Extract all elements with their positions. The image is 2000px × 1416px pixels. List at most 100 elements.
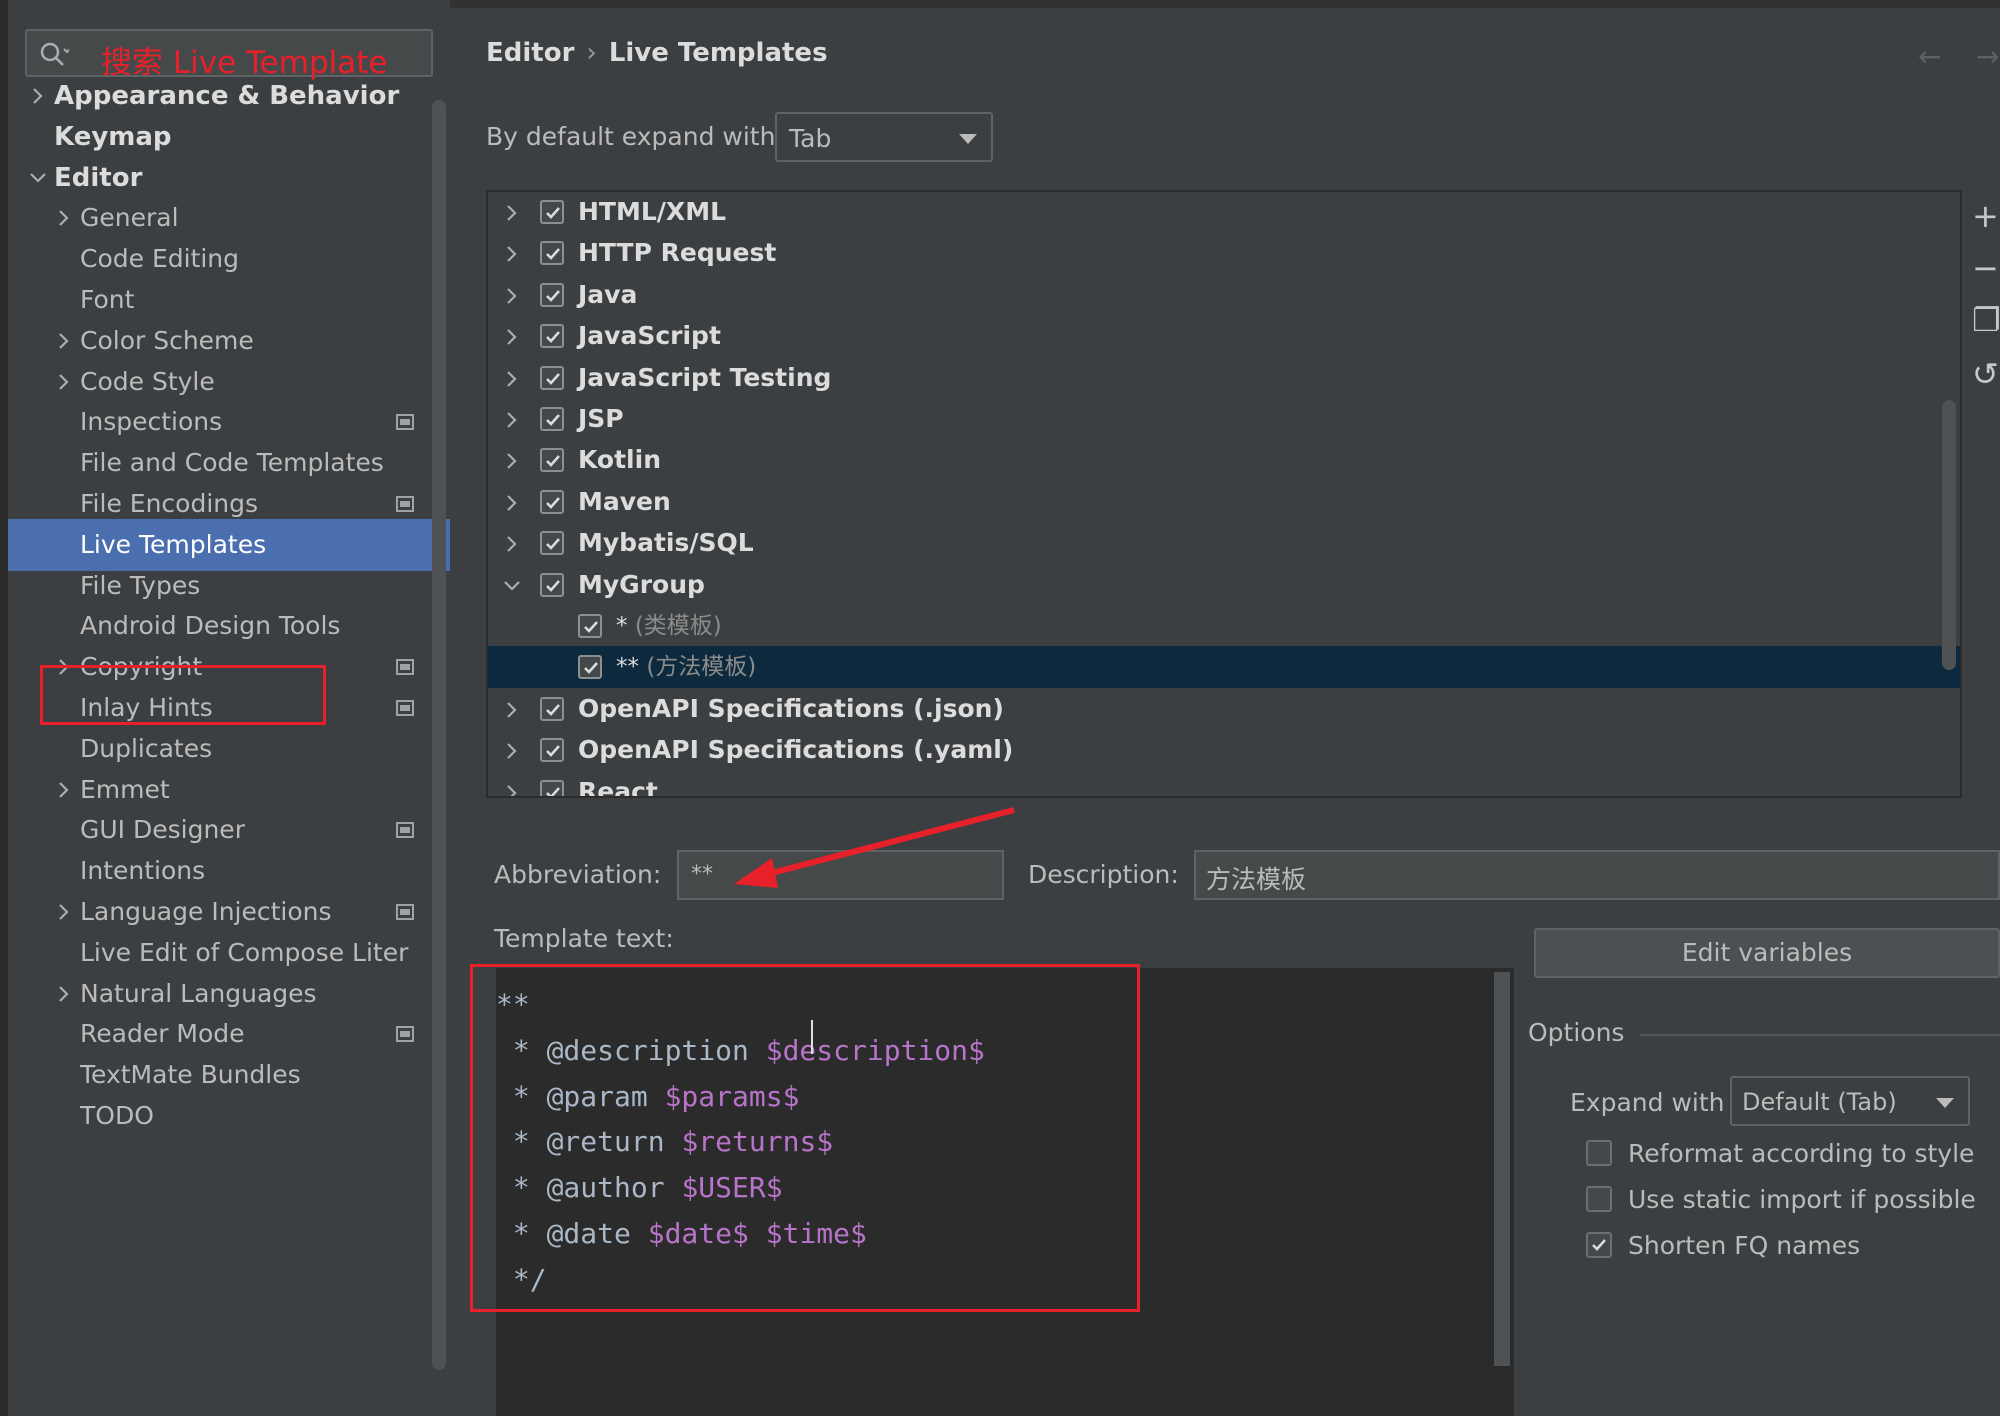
- description-value: 方法模板: [1206, 865, 1307, 894]
- chevron-right-icon[interactable]: [502, 327, 522, 347]
- project-scope-icon: [396, 1026, 414, 1043]
- group-label: MyGroup: [578, 569, 705, 599]
- checkbox-box[interactable]: [1586, 1140, 1612, 1166]
- template-checkbox[interactable]: [540, 738, 564, 763]
- chevron-right-icon[interactable]: [502, 700, 522, 720]
- default-expand-select[interactable]: Tab: [775, 112, 993, 162]
- sidebar-scrollbar[interactable]: [432, 100, 446, 1370]
- search-icon: [40, 42, 69, 66]
- template-row[interactable]: ** (方法模板): [488, 646, 1960, 689]
- project-scope-icon: [396, 700, 414, 716]
- template-checkbox[interactable]: [540, 282, 564, 307]
- chevron-down-icon[interactable]: [28, 168, 48, 188]
- options-title: Options: [1528, 1018, 1625, 1047]
- project-scope-icon: [396, 659, 414, 676]
- template-checkbox[interactable]: [540, 407, 564, 431]
- remove-icon[interactable]: −: [1972, 252, 1999, 284]
- group-label: JSP: [578, 404, 624, 433]
- chevron-right-icon[interactable]: [502, 244, 522, 264]
- chevron-right-icon[interactable]: [54, 208, 74, 228]
- copy-icon[interactable]: ❐: [1972, 304, 2000, 336]
- template-checkbox[interactable]: [540, 572, 564, 597]
- template-group-row[interactable]: Maven: [488, 481, 1960, 523]
- chevron-right-icon[interactable]: [54, 780, 74, 800]
- template-group-row[interactable]: React: [488, 771, 1960, 798]
- expand-with-value: Default (Tab): [1742, 1088, 1897, 1116]
- checkbox-box[interactable]: [1586, 1232, 1612, 1258]
- options-divider: [1640, 1034, 2000, 1036]
- sidebar-item[interactable]: TODO: [8, 1090, 448, 1142]
- chevron-right-icon[interactable]: [54, 984, 74, 1004]
- template-checkbox[interactable]: [540, 200, 564, 224]
- template-checkbox[interactable]: [578, 614, 602, 638]
- chevron-down-icon[interactable]: [502, 576, 522, 596]
- breadcrumb: Editor › Live Templates: [486, 38, 828, 68]
- template-group-row[interactable]: Mybatis/SQL: [488, 522, 1960, 564]
- group-label: Kotlin: [578, 445, 661, 475]
- template-checkbox[interactable]: [540, 531, 564, 556]
- template-group-row[interactable]: HTML/XML: [488, 192, 1960, 233]
- restore-icon[interactable]: ↺: [1972, 358, 1999, 390]
- chevron-right-icon[interactable]: [54, 372, 74, 392]
- abbreviation-label: Abbreviation:: [494, 860, 662, 889]
- template-group-row[interactable]: JavaScript Testing: [488, 357, 1960, 399]
- groups-scrollbar[interactable]: [1942, 400, 1956, 670]
- group-label: Mybatis/SQL: [578, 528, 754, 558]
- chevron-right-icon[interactable]: [502, 286, 522, 306]
- edit-variables-button[interactable]: Edit variables: [1534, 928, 2000, 978]
- chevron-right-icon[interactable]: [502, 741, 522, 761]
- add-icon[interactable]: +: [1972, 200, 1999, 232]
- template-checkbox[interactable]: [578, 655, 602, 680]
- template-group-row[interactable]: JavaScript: [488, 315, 1960, 357]
- template-groups-tree: HTML/XML HTTP Request Java JavaScript JavaSc…: [486, 190, 1962, 798]
- chevron-right-icon[interactable]: [502, 534, 522, 554]
- chevron-right-icon[interactable]: [28, 86, 48, 106]
- chevron-right-icon[interactable]: [502, 410, 522, 430]
- template-checkbox[interactable]: [540, 448, 564, 473]
- template-checkbox[interactable]: [540, 779, 564, 796]
- template-group-row[interactable]: OpenAPI Specifications (.yaml): [488, 729, 1960, 771]
- breadcrumb-current: Live Templates: [608, 38, 828, 68]
- breadcrumb-chevron-icon: ›: [586, 38, 597, 68]
- template-desc: (方法模板): [646, 654, 757, 681]
- option-label: Use static import if possible: [1628, 1185, 1976, 1214]
- template-group-row[interactable]: MyGroup: [488, 564, 1960, 606]
- template-checkbox[interactable]: [540, 324, 564, 349]
- template-checkbox[interactable]: [540, 365, 564, 390]
- option-label: Reformat according to style: [1628, 1139, 1975, 1168]
- group-label: JavaScript: [578, 321, 721, 351]
- editor-scrollbar[interactable]: [1494, 972, 1510, 1366]
- description-input[interactable]: 方法模板: [1194, 850, 2000, 900]
- expand-with-select[interactable]: Default (Tab): [1730, 1076, 1970, 1126]
- top-divider: [450, 0, 2000, 8]
- template-checkbox[interactable]: [540, 696, 564, 721]
- template-group-row[interactable]: Kotlin: [488, 439, 1960, 481]
- chevron-right-icon[interactable]: [502, 783, 522, 798]
- chevron-right-icon[interactable]: [54, 902, 74, 922]
- red-arrow-annotation: [734, 807, 1015, 888]
- forward-arrow-icon[interactable]: →: [1976, 40, 1999, 73]
- template-row[interactable]: * (类模板): [488, 605, 1960, 647]
- template-text-label: Template text:: [494, 924, 674, 953]
- checkbox-box[interactable]: [1586, 1186, 1612, 1212]
- template-group-row[interactable]: Java: [488, 274, 1960, 316]
- template-group-row[interactable]: OpenAPI Specifications (.json): [488, 688, 1960, 730]
- template-desc: (类模板): [634, 613, 722, 639]
- template-checkbox[interactable]: [540, 241, 564, 266]
- chevron-right-icon[interactable]: [54, 331, 74, 351]
- option-label: Shorten FQ names: [1628, 1231, 1861, 1260]
- template-checkbox[interactable]: [540, 489, 564, 514]
- back-arrow-icon[interactable]: ←: [1918, 40, 1941, 73]
- template-text-highlight-box: [470, 964, 1140, 1312]
- chevron-right-icon[interactable]: [502, 203, 522, 223]
- template-abbrev: **: [616, 654, 639, 681]
- chevron-right-icon[interactable]: [502, 369, 522, 389]
- template-group-row[interactable]: HTTP Request: [488, 232, 1960, 274]
- group-label: HTTP Request: [578, 238, 777, 268]
- breadcrumb-parent[interactable]: Editor: [486, 38, 574, 68]
- chevron-right-icon[interactable]: [502, 493, 522, 513]
- template-group-row[interactable]: JSP: [488, 398, 1960, 440]
- expand-with-label: Expand with: [1570, 1088, 1725, 1117]
- chevron-right-icon[interactable]: [502, 451, 522, 471]
- group-label: Java: [578, 279, 638, 309]
